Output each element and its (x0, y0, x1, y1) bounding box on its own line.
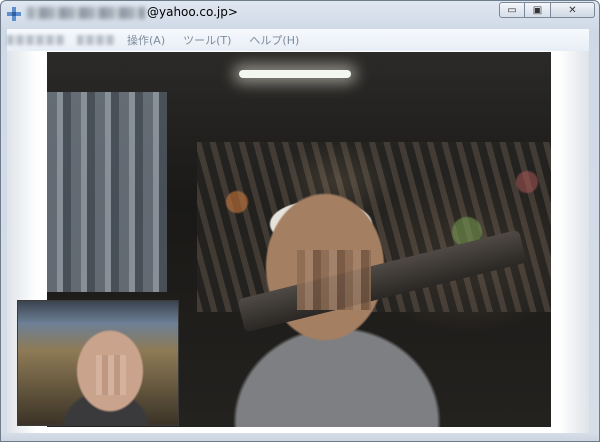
maximize-button[interactable]: ▣ (525, 2, 551, 18)
close-button[interactable]: ✕ (551, 2, 595, 18)
menu-item-tools[interactable]: ツール(T) (183, 32, 231, 48)
menu-item-help[interactable]: ヘルプ(H) (249, 32, 299, 48)
remote-face-mosaic (297, 250, 371, 310)
messenger-app-icon[interactable] (7, 6, 21, 21)
window-title: @yahoo.co.jp> (147, 5, 238, 19)
local-face-mosaic (96, 355, 126, 395)
maximize-icon: ▣ (532, 4, 543, 16)
local-video-preview[interactable] (17, 300, 179, 426)
minimize-button[interactable]: ▭ (499, 2, 525, 18)
title-bar[interactable]: @yahoo.co.jp> ▭ ▣ ✕ (1, 1, 599, 25)
close-icon: ✕ (568, 4, 577, 16)
messenger-window: @yahoo.co.jp> ▭ ▣ ✕ 操作(A) ツール(T) ヘルプ(H) (0, 0, 600, 442)
menu-item-blurred-1[interactable] (7, 35, 65, 45)
caption-buttons: ▭ ▣ ✕ (499, 2, 595, 18)
ceiling-light (239, 70, 351, 78)
minimize-icon: ▭ (507, 4, 517, 16)
bookshelf-background (47, 92, 167, 292)
menu-bar: 操作(A) ツール(T) ヘルプ(H) (7, 29, 589, 51)
menu-item-blurred-2[interactable] (77, 35, 115, 45)
window-bottom-edge (1, 433, 599, 441)
menu-item-operation[interactable]: 操作(A) (127, 32, 165, 48)
contact-name-blurred (27, 7, 145, 19)
